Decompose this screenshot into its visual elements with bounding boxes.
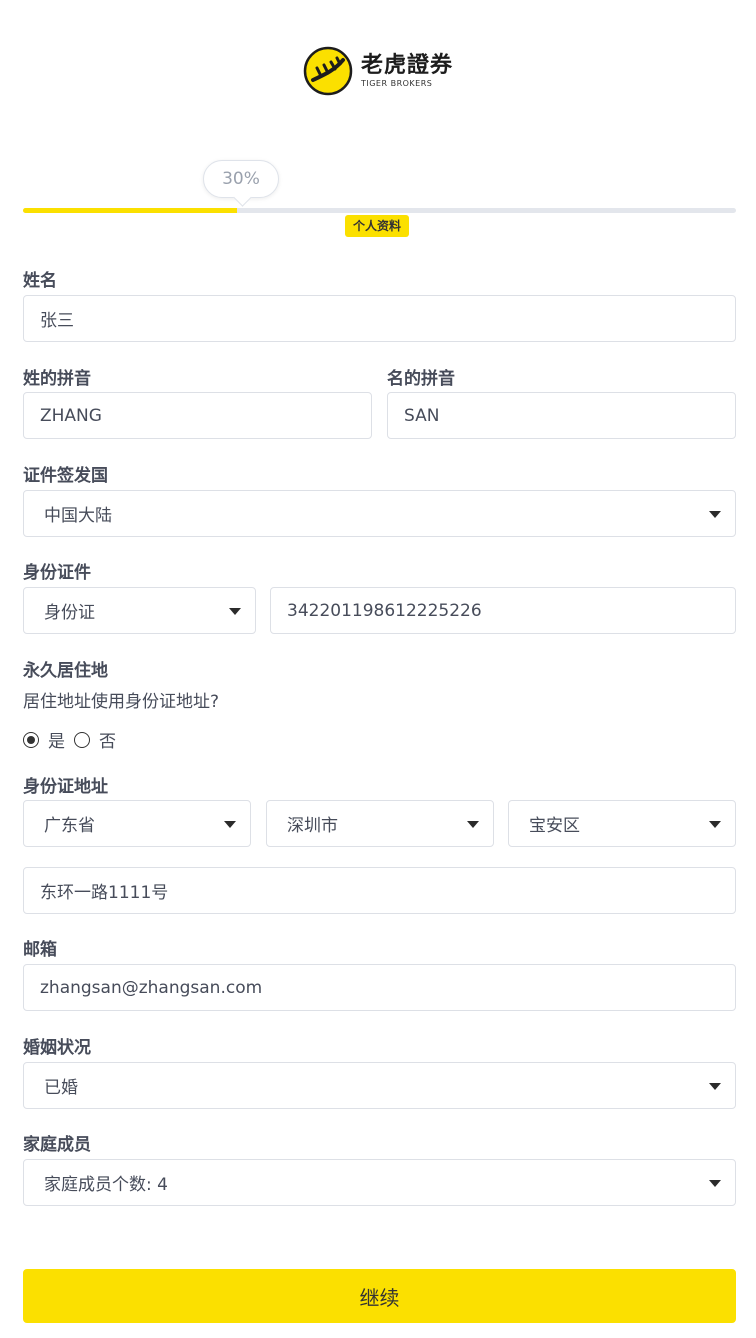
tiger-logo-icon (303, 46, 353, 96)
surname-pinyin-input[interactable]: ZHANG (23, 392, 372, 439)
province-select[interactable]: 广东省 (23, 800, 251, 847)
brand-name-en: TIGER BROKERS (360, 79, 433, 88)
continue-button[interactable]: 继续 (23, 1269, 736, 1323)
city-value: 深圳市 (287, 816, 338, 836)
radio-yes-label[interactable]: 是 (48, 727, 65, 752)
id-type-value: 身份证 (44, 603, 95, 623)
surname-pinyin-label: 姓的拼音 (23, 369, 91, 389)
radio-no[interactable] (74, 731, 90, 748)
radio-yes[interactable] (23, 731, 39, 748)
email-input[interactable]: zhangsan@zhangsan.com (23, 964, 736, 1011)
id-address-label: 身份证地址 (23, 777, 108, 797)
issuing-country-value: 中国大陆 (44, 506, 112, 526)
street-address-input[interactable]: 东环一路1111号 (23, 867, 736, 914)
caret-down-icon (709, 1083, 721, 1090)
name-label: 姓名 (23, 271, 57, 291)
caret-down-icon (224, 821, 236, 828)
caret-down-icon (467, 821, 479, 828)
issuing-country-select[interactable]: 中国大陆 (23, 490, 736, 537)
brand-logo: 老虎證券 TIGER BROKERS (0, 46, 756, 96)
family-label: 家庭成员 (23, 1135, 91, 1155)
radio-no-label[interactable]: 否 (99, 727, 116, 752)
id-number-input[interactable]: 342201198612225226 (270, 587, 736, 634)
name-input[interactable]: 张三 (23, 295, 736, 342)
brand-text: 老虎證券 TIGER BROKERS (361, 53, 453, 89)
id-type-select[interactable]: 身份证 (23, 587, 256, 634)
marital-value: 已婚 (44, 1078, 78, 1098)
residence-radio-group: 是 否 (23, 727, 125, 752)
email-label: 邮箱 (23, 940, 57, 960)
brand-name-cn: 老虎證券 (360, 53, 453, 78)
progress-indicator: 30% 个人资料 (23, 160, 736, 240)
caret-down-icon (709, 511, 721, 518)
progress-percent-bubble: 30% (203, 160, 279, 198)
residence-question: 居住地址使用身份证地址? (23, 692, 220, 712)
step-tag: 个人资料 (345, 215, 410, 237)
province-value: 广东省 (44, 816, 95, 836)
given-pinyin-input[interactable]: SAN (387, 392, 736, 439)
issuing-country-label: 证件签发国 (23, 466, 108, 486)
caret-down-icon (709, 821, 721, 828)
city-select[interactable]: 深圳市 (266, 800, 494, 847)
caret-down-icon (709, 1180, 721, 1187)
progress-fill (23, 208, 237, 213)
marital-select[interactable]: 已婚 (23, 1062, 736, 1109)
caret-down-icon (229, 608, 241, 615)
district-select[interactable]: 宝安区 (508, 800, 736, 847)
family-select[interactable]: 家庭成员个数: 4 (23, 1159, 736, 1206)
progress-track (23, 208, 736, 213)
radio-selected-dot (27, 735, 35, 744)
family-value: 家庭成员个数: 4 (44, 1175, 168, 1195)
given-pinyin-label: 名的拼音 (387, 369, 455, 389)
id-doc-label: 身份证件 (23, 563, 91, 583)
residence-label: 永久居住地 (23, 661, 108, 681)
district-value: 宝安区 (529, 816, 580, 836)
marital-label: 婚姻状况 (23, 1038, 91, 1058)
